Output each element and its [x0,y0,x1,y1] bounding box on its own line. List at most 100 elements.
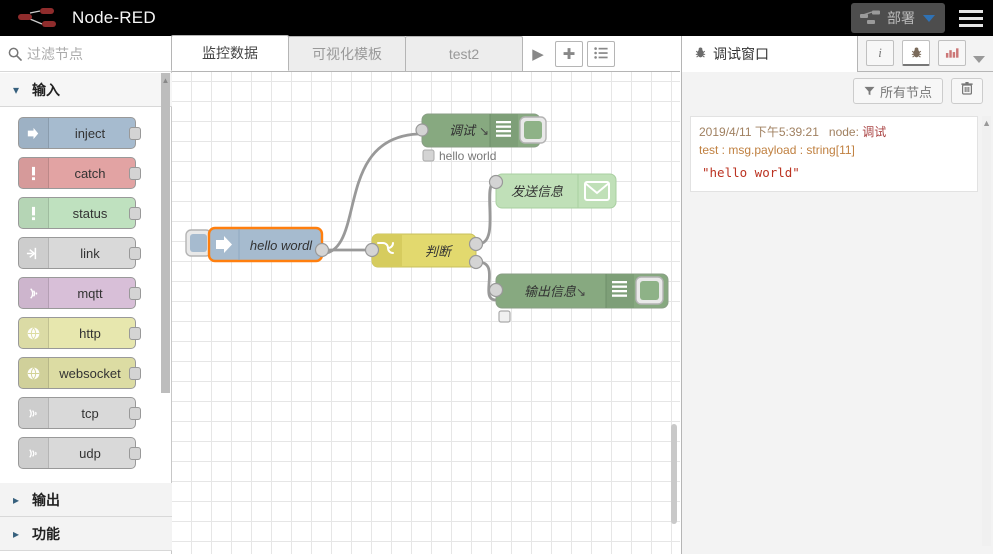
search-icon [8,47,22,61]
tab-scroll-right-button[interactable]: ▶ [523,36,553,71]
flow-node-status: hello world [439,149,496,163]
palette-node-label: tcp [81,405,99,421]
deploy-label: 部署 [887,10,915,26]
palette-category-output[interactable]: ▸ 输出 [0,483,172,517]
chevron-right-icon: ▸ [12,492,20,507]
palette-category-function[interactable]: ▸ 功能 [0,517,172,551]
node-input-port[interactable] [488,282,504,298]
chevron-down-icon[interactable] [973,56,985,63]
node-output-port-1[interactable] [468,236,484,252]
info-icon[interactable]: i [866,40,894,66]
palette-node-catch[interactable]: catch [18,157,141,189]
node-input-port[interactable] [364,242,380,258]
flow-node-label: 输出信息 [524,284,576,299]
arrow-right-icon [19,118,49,148]
palette-node-label: udp [79,445,101,461]
plus-icon: ✚ [562,46,576,63]
palette-node-status[interactable]: status [18,197,141,229]
list-tabs-button[interactable] [587,41,615,67]
bug-icon[interactable] [902,40,930,66]
canvas-vertical-scrollbar[interactable] [671,424,677,524]
workspace-tabbar: 监控数据 可视化模板 test2 ▶ ✚ [171,35,680,72]
node-output-port[interactable] [129,287,141,300]
node-output-port[interactable] [129,207,141,220]
palette-node-label: catch [74,165,106,181]
tab-label: test2 [448,46,480,62]
node-output-port[interactable] [314,242,330,258]
node-output-port[interactable] [129,167,141,180]
debug-sidebar: 调试窗口 i 所有节点 2019/4/11 下午5:39:21 node: 调试… [681,36,993,554]
flow-node-switch-panduan[interactable]: 判断 [364,233,484,270]
deploy-caret-icon[interactable] [923,14,935,22]
debug-toolbar: 所有节点 [682,72,993,110]
debug-message-meta: 2019/4/11 下午5:39:21 node: 调试 [699,123,969,141]
palette-node-label: http [79,325,101,341]
node-output-port[interactable] [129,247,141,260]
node-output-port[interactable] [129,447,141,460]
app-logo: Node-RED [0,7,156,29]
palette-node-mqtt[interactable]: mqtt [18,277,141,309]
chart-icon[interactable] [938,40,966,66]
palette-node-udp[interactable]: udp [18,437,141,469]
palette-search-input[interactable] [27,45,157,62]
globe-icon [19,358,49,388]
node-output-port[interactable] [129,407,141,420]
node-output-port[interactable] [129,367,141,380]
node-output-port[interactable] [129,127,141,140]
tab-monitoring-data[interactable]: 监控数据 [171,35,289,71]
node-input-port[interactable] [415,123,429,137]
wire-switch-to-email[interactable] [476,180,498,246]
palette-category-label: 输出 [32,491,60,508]
debug-message[interactable]: 2019/4/11 下午5:39:21 node: 调试 test : msg.… [690,116,978,192]
flow-graph: 调试 ↘ hello world 发送信息 判断 hello wordl 输出信… [185,113,669,323]
header-right-controls: 部署 [851,0,993,36]
filter-icon [864,84,875,99]
flow-node-debug-output[interactable]: 输出信息 ↘ [488,273,669,323]
debug-node-prefix: node: [828,125,859,139]
debug-node-name[interactable]: 调试 [862,125,886,139]
node-output-port[interactable] [129,327,141,340]
flow-node-email-send[interactable]: 发送信息 [488,173,617,209]
sidebar-tab-label: 调试窗口 [713,46,769,62]
scroll-up-icon[interactable]: ▲ [161,76,170,85]
flow-node-label: 发送信息 [511,184,563,199]
palette-node-link[interactable]: link [18,237,141,269]
palette-scrollbar[interactable] [161,73,170,393]
debug-target-arrow-icon: ↘ [479,124,489,138]
app-header: Node-RED 部署 [0,0,993,36]
debug-message-list[interactable]: 2019/4/11 下午5:39:21 node: 调试 test : msg.… [682,112,993,554]
palette-node-http[interactable]: http [18,317,141,349]
tab-test2[interactable]: test2 [405,36,523,71]
palette-node-inject[interactable]: inject [18,117,141,149]
add-tab-button[interactable]: ✚ [555,41,583,67]
node-output-port-2[interactable] [468,254,484,270]
palette-node-list[interactable]: ▾ 输入 inject catch status link mqtt http … [0,73,172,554]
palette-category-input[interactable]: ▾ 输入 [0,73,172,107]
signal-icon [19,438,49,468]
tab-debug-window[interactable]: 调试窗口 [682,36,858,72]
deploy-button[interactable]: 部署 [851,3,945,33]
play-right-icon: ▶ [532,45,544,63]
tab-label: 可视化模板 [312,46,382,62]
hamburger-menu-icon[interactable] [949,0,993,36]
tab-label: 监控数据 [202,45,258,61]
debug-clear-button[interactable] [951,78,983,104]
debug-timestamp: 2019/4/11 下午5:39:21 [699,125,819,139]
trash-icon [961,82,973,100]
palette-node-websocket[interactable]: websocket [18,357,141,389]
debug-filter-label: 所有节点 [879,84,932,100]
debug-scrollbar[interactable] [982,116,991,546]
tab-visual-template[interactable]: 可视化模板 [288,36,406,71]
debug-target-arrow-icon: ↘ [576,285,586,299]
flow-canvas[interactable]: 调试 ↘ hello world 发送信息 判断 hello wordl 输出信… [172,72,680,554]
palette-node-tcp[interactable]: tcp [18,397,141,429]
broadcast-icon [19,278,49,308]
flow-node-label: hello wordl [250,238,313,253]
palette-category-body-input: inject catch status link mqtt http webso… [0,107,172,483]
flow-node-debug-tiaoshi[interactable]: 调试 ↘ hello world [415,113,547,163]
debug-filter-button[interactable]: 所有节点 [852,78,943,104]
node-input-port[interactable] [488,174,504,190]
scroll-up-icon[interactable]: ▲ [982,118,991,128]
palette-node-label: inject [74,125,106,141]
flow-node-inject-hello[interactable]: hello wordl [185,226,330,263]
